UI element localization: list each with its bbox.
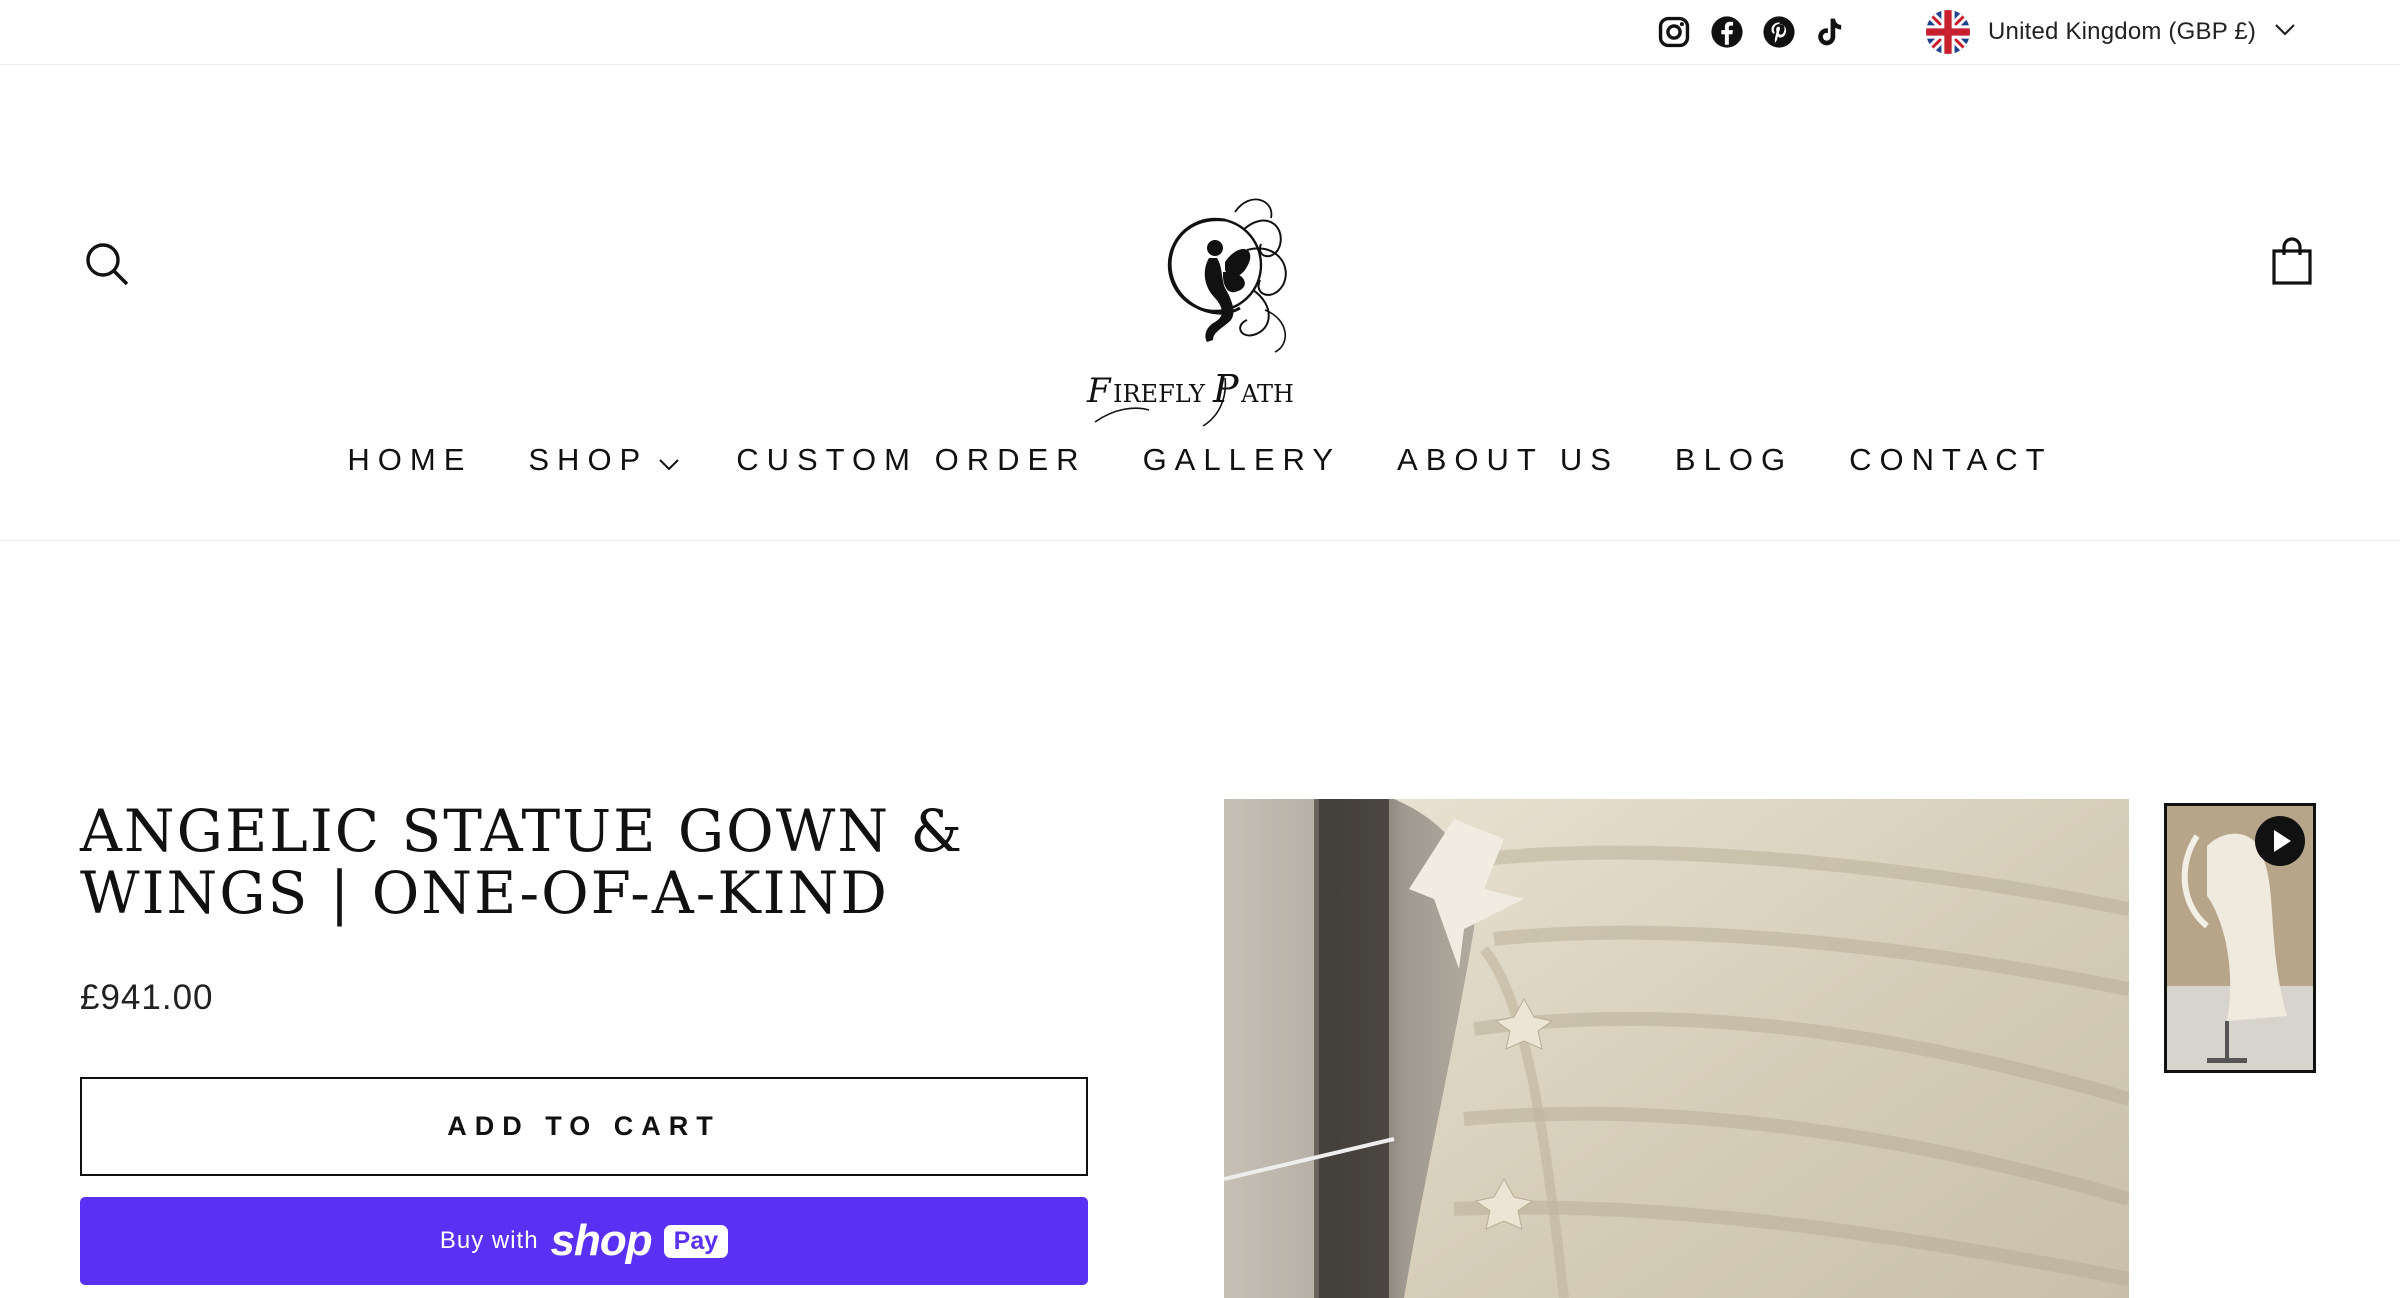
nav-label: CUSTOM ORDER xyxy=(736,442,1087,477)
nav-item-about-us[interactable]: ABOUT US xyxy=(1397,442,1619,478)
main-navigation: HOME SHOP CUSTOM ORDER GALLERY ABOUT US … xyxy=(0,435,2400,485)
instagram-icon[interactable] xyxy=(1657,14,1691,50)
product-main-image[interactable] xyxy=(1224,799,2129,1298)
nav-label: ABOUT US xyxy=(1397,442,1619,477)
locale-selector[interactable]: United Kingdom (GBP £) xyxy=(1926,9,2296,55)
play-icon[interactable] xyxy=(2255,816,2305,866)
add-to-cart-button[interactable]: ADD TO CART xyxy=(80,1077,1088,1176)
product-title: ANGELIC STATUE GOWN & WINGS | ONE-OF-A-K… xyxy=(80,797,965,927)
chevron-down-icon xyxy=(2274,23,2296,42)
cart-bag-icon[interactable] xyxy=(2270,237,2314,287)
uk-flag-icon xyxy=(1926,10,1970,54)
nav-item-home[interactable]: HOME xyxy=(347,442,472,478)
nav-item-custom-order[interactable]: CUSTOM ORDER xyxy=(736,442,1086,478)
search-icon[interactable] xyxy=(84,241,130,287)
nav-label: GALLERY xyxy=(1142,442,1342,477)
nav-label: HOME xyxy=(347,442,473,477)
nav-item-blog[interactable]: BLOG xyxy=(1675,442,1793,478)
nav-label: BLOG xyxy=(1674,442,1794,477)
buy-with-label: Buy with xyxy=(439,1227,539,1254)
nav-label: SHOP xyxy=(528,442,649,477)
svg-text:F: F xyxy=(1086,371,1112,411)
shop-pay-logo: shop xyxy=(550,1216,653,1265)
nav-item-shop[interactable]: SHOP xyxy=(528,440,680,480)
pay-badge: Pay xyxy=(663,1224,729,1258)
locale-label: United Kingdom (GBP £) xyxy=(1988,18,2257,45)
chevron-down-icon xyxy=(658,444,680,480)
shop-pay-button[interactable]: Buy with shop Pay xyxy=(80,1197,1088,1285)
tiktok-icon[interactable] xyxy=(1813,14,1845,50)
nav-item-gallery[interactable]: GALLERY xyxy=(1143,442,1341,478)
video-thumbnail[interactable] xyxy=(2164,803,2316,1073)
top-utility-bar: United Kingdom (GBP £) xyxy=(0,0,2400,65)
product-price: £941.00 xyxy=(80,978,214,1017)
site-header: F IREFLY P ATH HOME SHOP CUSTOM ORDER GA… xyxy=(0,65,2400,541)
nav-label: CONTACT xyxy=(1849,442,2053,477)
svg-text:IREFLY: IREFLY xyxy=(1113,380,1206,408)
facebook-icon[interactable] xyxy=(1710,14,1744,50)
svg-text:ATH: ATH xyxy=(1240,380,1294,408)
firefly-path-logo[interactable]: F IREFLY P ATH xyxy=(1075,170,1335,440)
nav-item-contact[interactable]: CONTACT xyxy=(1849,442,2053,478)
pinterest-icon[interactable] xyxy=(1762,14,1796,50)
